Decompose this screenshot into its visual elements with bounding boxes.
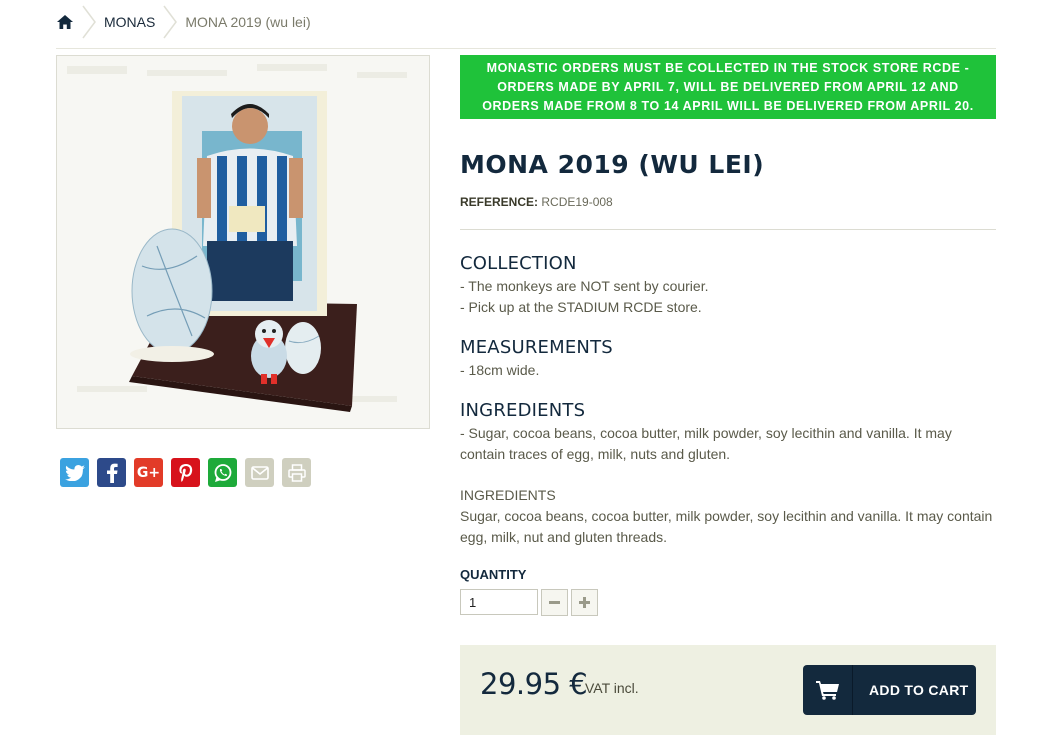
pinterest-icon[interactable] <box>171 458 200 487</box>
facebook-icon[interactable] <box>97 458 126 487</box>
quantity-input[interactable] <box>460 589 538 615</box>
collection-line: - The monkeys are NOT sent by courier. <box>460 278 709 294</box>
print-icon[interactable] <box>282 458 311 487</box>
collection-heading: COLLECTION <box>460 253 577 274</box>
breadcrumb-current: MONA 2019 (wu lei) <box>185 14 311 30</box>
twitter-icon[interactable] <box>60 458 89 487</box>
product-reference: REFERENCE: RCDE19-008 <box>460 195 613 209</box>
reference-label: REFERENCE: <box>460 195 539 209</box>
quantity-increase-button[interactable] <box>571 589 598 616</box>
ingredients-alt-heading: INGREDIENTS <box>460 487 556 503</box>
quantity-label: QUANTITY <box>460 567 527 582</box>
add-to-cart-label: ADD TO CART <box>869 682 969 698</box>
reference-value: RCDE19-008 <box>541 195 613 209</box>
collection-notice-banner: MONASTIC ORDERS MUST BE COLLECTED IN THE… <box>460 55 996 119</box>
breadcrumb-separator-icon <box>163 5 178 39</box>
breadcrumb-monas-link[interactable]: MONAS <box>104 14 155 30</box>
add-to-cart-button[interactable]: ADD TO CART <box>803 665 976 715</box>
plus-icon <box>579 597 590 608</box>
breadcrumb-separator-icon <box>82 5 96 39</box>
email-icon[interactable] <box>245 458 274 487</box>
home-icon[interactable] <box>56 13 74 31</box>
quantity-decrease-button[interactable] <box>541 589 568 616</box>
collection-line: - Pick up at the STADIUM RCDE store. <box>460 299 702 315</box>
product-image[interactable] <box>56 55 430 429</box>
ingredients-heading: INGREDIENTS <box>460 400 586 421</box>
price-box: 29.95 € VAT incl. ADD TO CART <box>460 645 996 735</box>
vat-note: VAT incl. <box>585 680 639 696</box>
title-divider <box>460 229 996 230</box>
measurements-heading: MEASUREMENTS <box>460 337 613 358</box>
whatsapp-icon[interactable] <box>208 458 237 487</box>
cart-icon <box>803 665 853 715</box>
product-title: MONA 2019 (WU LEI) <box>460 150 765 179</box>
product-price: 29.95 € <box>480 667 588 701</box>
breadcrumb: MONAS MONA 2019 (wu lei) <box>56 0 311 44</box>
minus-icon <box>549 601 560 604</box>
google-plus-icon[interactable]: G+ <box>134 458 163 487</box>
ingredients-line: - Sugar, cocoa beans, cocoa butter, milk… <box>460 425 952 462</box>
ingredients-alt-line: Sugar, cocoa beans, cocoa butter, milk p… <box>460 508 993 545</box>
breadcrumb-divider <box>56 48 996 49</box>
measurements-line: - 18cm wide. <box>460 362 540 378</box>
share-bar: G+ <box>60 458 311 487</box>
